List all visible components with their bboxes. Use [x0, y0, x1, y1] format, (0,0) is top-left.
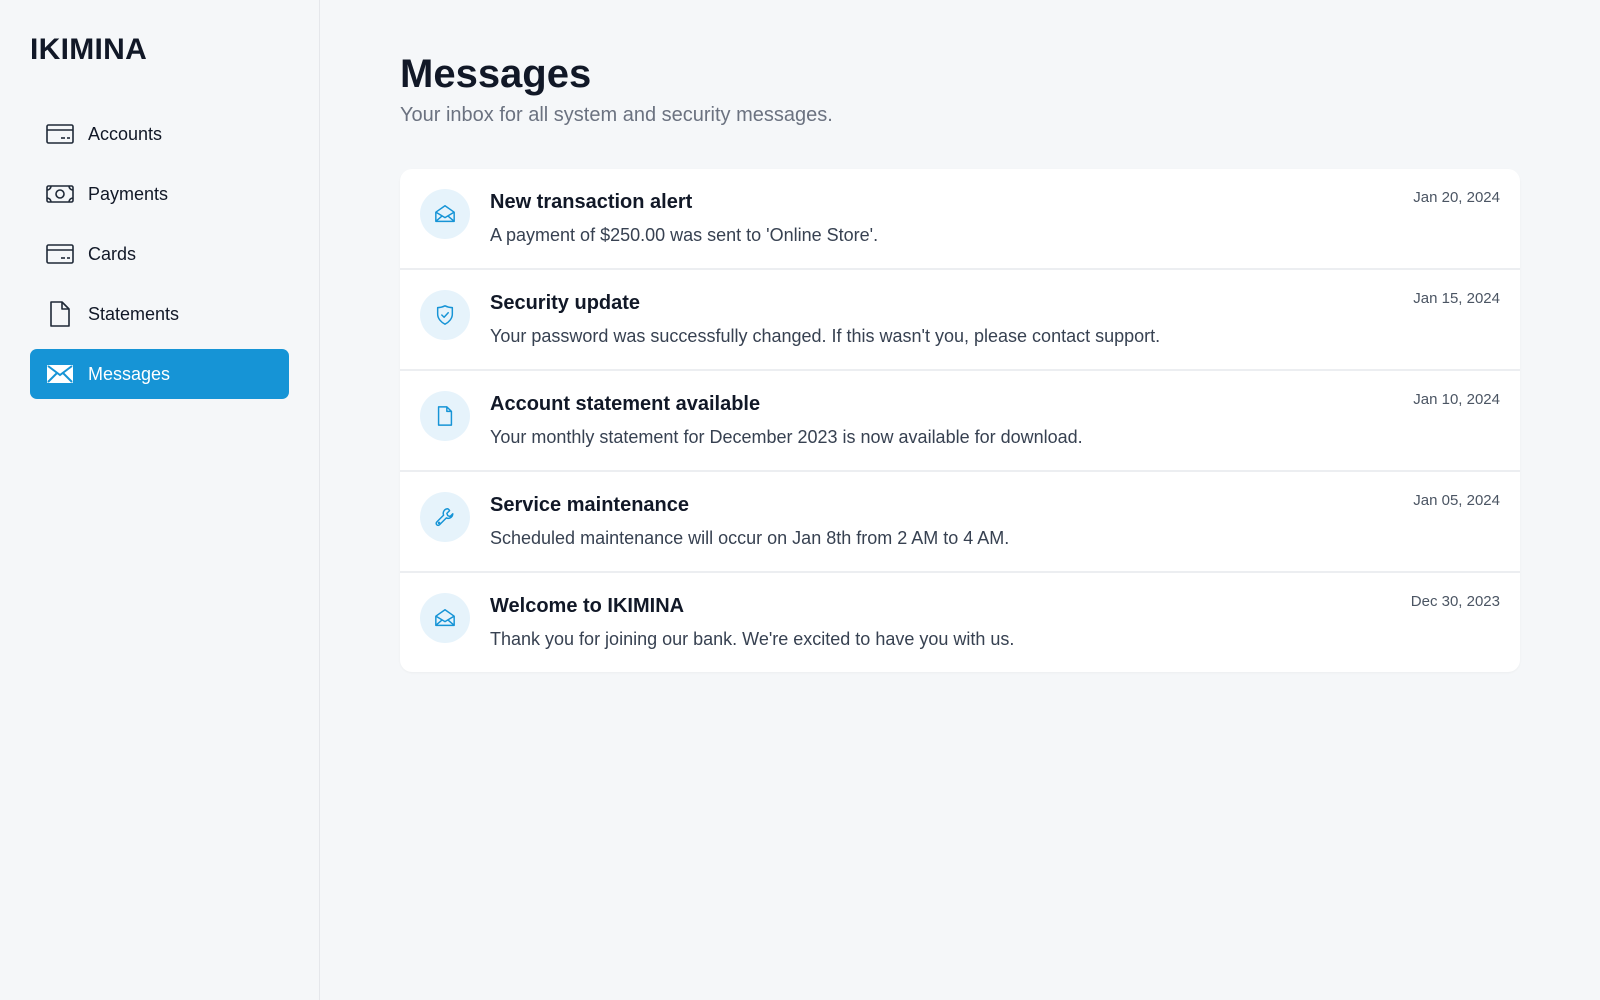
- message-body: Your password was successfully changed. …: [490, 326, 1161, 346]
- sidebar-item-statements[interactable]: Statements: [30, 289, 289, 339]
- message-item[interactable]: New transaction alert A payment of $250.…: [400, 169, 1520, 270]
- document-icon: [46, 301, 74, 327]
- sidebar-item-payments[interactable]: Payments: [30, 169, 289, 219]
- message-item[interactable]: Welcome to IKIMINA Thank you for joining…: [400, 573, 1520, 672]
- message-date: Dec 30, 2023: [1410, 593, 1500, 610]
- page-title: Messages: [400, 52, 592, 96]
- sidebar: IKIMINA Accounts Payments Cards Statemen…: [0, 0, 320, 1000]
- message-body: A payment of $250.00 was sent to 'Online…: [490, 225, 879, 245]
- wrench-icon: [420, 492, 470, 542]
- sidebar-item-label: Payments: [88, 183, 169, 204]
- message-date: Jan 10, 2024: [1413, 391, 1500, 408]
- message-list: New transaction alert A payment of $250.…: [400, 169, 1520, 672]
- envelope-open-icon: [420, 593, 470, 643]
- sidebar-nav: Accounts Payments Cards Statements Messa…: [30, 109, 289, 399]
- document-icon: [420, 391, 470, 441]
- message-item[interactable]: Service maintenance Scheduled maintenanc…: [400, 472, 1520, 573]
- message-date: Jan 20, 2024: [1413, 189, 1500, 206]
- message-title: Service maintenance: [490, 494, 689, 516]
- message-date: Jan 05, 2024: [1413, 492, 1500, 509]
- message-body: Your monthly statement for December 2023…: [490, 427, 1083, 447]
- sidebar-item-label: Accounts: [88, 123, 163, 144]
- page-subtitle: Your inbox for all system and security m…: [400, 104, 833, 126]
- credit-card-icon: [46, 122, 74, 146]
- message-item[interactable]: Account statement available Your monthly…: [400, 371, 1520, 472]
- sidebar-item-label: Cards: [88, 243, 137, 264]
- message-item[interactable]: Security update Your password was succes…: [400, 270, 1520, 371]
- cash-icon: [46, 182, 74, 206]
- message-title: Security update: [490, 292, 641, 314]
- sidebar-item-cards[interactable]: Cards: [30, 229, 289, 279]
- message-title: Account statement available: [490, 393, 761, 415]
- sidebar-item-label: Messages: [88, 363, 171, 384]
- message-title: Welcome to IKIMINA: [490, 595, 685, 617]
- main-content: Messages Your inbox for all system and s…: [400, 0, 1520, 672]
- envelope-open-icon: [420, 189, 470, 239]
- credit-card-icon: [46, 242, 74, 266]
- message-date: Jan 15, 2024: [1413, 290, 1500, 307]
- sidebar-item-messages[interactable]: Messages: [30, 349, 289, 399]
- brand-logo[interactable]: IKIMINA: [30, 30, 289, 70]
- message-body: Thank you for joining our bank. We're ex…: [490, 629, 1015, 649]
- message-body: Scheduled maintenance will occur on Jan …: [490, 528, 1010, 548]
- sidebar-item-accounts[interactable]: Accounts: [30, 109, 289, 159]
- sidebar-item-label: Statements: [88, 303, 180, 324]
- envelope-icon: [46, 362, 74, 386]
- shield-check-icon: [420, 290, 470, 340]
- message-title: New transaction alert: [490, 191, 693, 213]
